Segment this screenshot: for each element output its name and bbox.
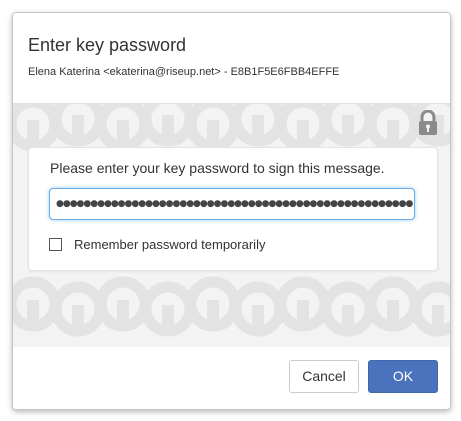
- password-value: ●●●●●●●●●●●●●●●●●●●●●●●●●●●●●●●●●●●●●●●●…: [56, 199, 413, 209]
- password-input[interactable]: ●●●●●●●●●●●●●●●●●●●●●●●●●●●●●●●●●●●●●●●●…: [49, 188, 415, 220]
- lock-icon: [419, 110, 437, 135]
- remember-password-label[interactable]: Remember password temporarily: [74, 237, 265, 252]
- dialog-header: Enter key password Elena Katerina <ekate…: [13, 13, 450, 103]
- cancel-button[interactable]: Cancel: [289, 360, 359, 393]
- password-card: Please enter your key password to sign t…: [28, 147, 438, 271]
- dialog-footer: Cancel OK: [13, 347, 450, 409]
- dialog-title: Enter key password: [28, 35, 187, 55]
- remember-password-checkbox[interactable]: [49, 237, 62, 251]
- password-prompt: Please enter your key password to sign t…: [50, 160, 385, 176]
- text-caret: [414, 196, 415, 212]
- dialog-body: Please enter your key password to sign t…: [13, 103, 450, 348]
- password-dialog: Enter key password Elena Katerina <ekate…: [12, 12, 451, 410]
- key-info: Elena Katerina <ekaterina@riseup.net> - …: [28, 66, 340, 78]
- remember-password-option[interactable]: Remember password temporarily: [49, 236, 265, 252]
- ok-button[interactable]: OK: [368, 360, 438, 393]
